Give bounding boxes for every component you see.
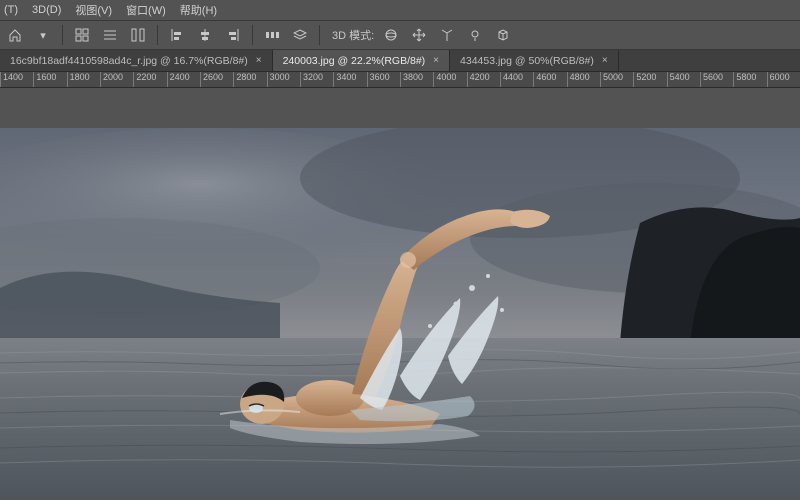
align-left-icon[interactable] — [166, 24, 188, 46]
ruler-tick: 1600 — [33, 72, 56, 88]
home-icon[interactable] — [4, 24, 26, 46]
ruler-tick: 6000 — [767, 72, 790, 88]
separator — [319, 25, 320, 45]
align-right-icon[interactable] — [222, 24, 244, 46]
horizontal-ruler: 1400 1600 1800 2000 2200 2400 2600 2800 3000 3200… — [0, 72, 800, 88]
separator — [62, 25, 63, 45]
separator — [157, 25, 158, 45]
document-tab[interactable]: 434453.jpg @ 50%(RGB/8#) × — [450, 50, 619, 71]
move-3d-icon[interactable] — [436, 24, 458, 46]
canvas-area[interactable] — [0, 88, 800, 500]
document-tab-label: 434453.jpg @ 50%(RGB/8#) — [460, 55, 594, 67]
document-tab[interactable]: 240003.jpg @ 22.2%(RGB/8#) × — [273, 50, 450, 71]
menu-item-t[interactable]: (T) — [4, 4, 18, 16]
menu-bar: (T) 3D(D) 视图(V) 窗口(W) 帮助(H) — [0, 0, 800, 20]
document-tab[interactable]: 16c9bf18adf4410598ad4c_r.jpg @ 16.7%(RGB… — [0, 50, 273, 71]
document-canvas[interactable] — [0, 128, 800, 498]
ruler-tick: 5000 — [600, 72, 623, 88]
menu-item-help[interactable]: 帮助(H) — [180, 2, 217, 18]
ruler-tick: 5600 — [700, 72, 723, 88]
ruler-tick: 2400 — [167, 72, 190, 88]
options-bar: ▾ 3D 模式: — [0, 20, 800, 50]
pan-icon[interactable] — [408, 24, 430, 46]
ruler-tick: 5800 — [733, 72, 756, 88]
ruler-tick: 2800 — [233, 72, 256, 88]
document-tab-label: 16c9bf18adf4410598ad4c_r.jpg @ 16.7%(RGB… — [10, 55, 248, 67]
ruler-tick: 2000 — [100, 72, 123, 88]
ruler-tick: 1400 — [0, 72, 23, 88]
ruler-tick: 4400 — [500, 72, 523, 88]
ruler-tick: 4800 — [567, 72, 590, 88]
cube-icon[interactable] — [492, 24, 514, 46]
align-center-icon[interactable] — [194, 24, 216, 46]
layers-icon[interactable] — [289, 24, 311, 46]
ruler-tick: 5400 — [667, 72, 690, 88]
ruler-tick: 3800 — [400, 72, 423, 88]
grid-icon[interactable] — [71, 24, 93, 46]
close-icon[interactable]: × — [602, 55, 608, 66]
ruler-tick: 3600 — [367, 72, 390, 88]
ruler-tick: 2200 — [133, 72, 156, 88]
ruler-tick: 4200 — [467, 72, 490, 88]
list-icon[interactable] — [99, 24, 121, 46]
document-tab-label: 240003.jpg @ 22.2%(RGB/8#) — [283, 55, 426, 67]
columns-icon[interactable] — [127, 24, 149, 46]
close-icon[interactable]: × — [256, 55, 262, 66]
ruler-tick: 2600 — [200, 72, 223, 88]
ruler-tick: 3400 — [333, 72, 356, 88]
close-icon[interactable]: × — [433, 55, 439, 66]
ruler-tick: 1800 — [67, 72, 90, 88]
ruler-tick: 3000 — [267, 72, 290, 88]
light-icon[interactable] — [464, 24, 486, 46]
ruler-tick: 3200 — [300, 72, 323, 88]
3d-mode-label: 3D 模式: — [332, 27, 374, 43]
distribute-icon[interactable] — [261, 24, 283, 46]
menu-item-view[interactable]: 视图(V) — [75, 2, 112, 18]
separator — [252, 25, 253, 45]
orbit-icon[interactable] — [380, 24, 402, 46]
ruler-tick: 4000 — [433, 72, 456, 88]
document-tabs: 16c9bf18adf4410598ad4c_r.jpg @ 16.7%(RGB… — [0, 50, 800, 72]
chevron-down-icon[interactable]: ▾ — [32, 24, 54, 46]
ruler-tick: 5200 — [633, 72, 656, 88]
menu-item-window[interactable]: 窗口(W) — [126, 2, 166, 18]
menu-item-3d[interactable]: 3D(D) — [32, 4, 61, 16]
ruler-tick: 4600 — [533, 72, 556, 88]
